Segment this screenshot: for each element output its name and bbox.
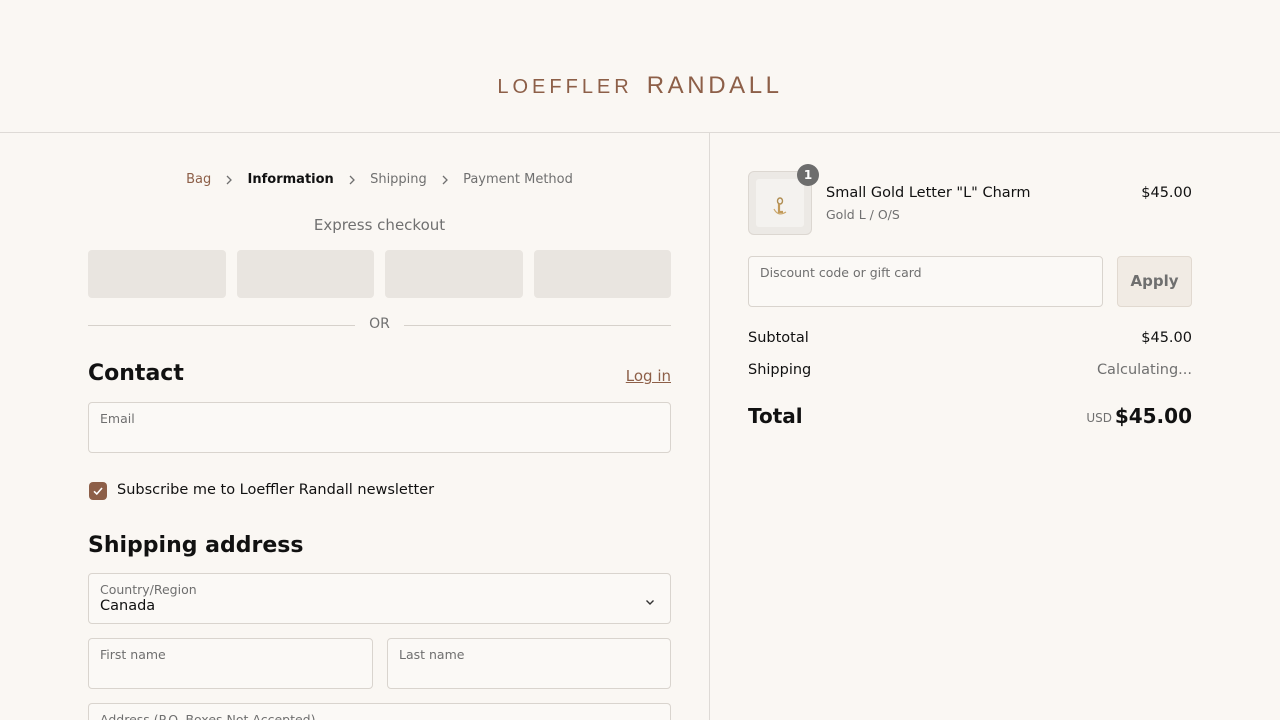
or-divider-left <box>88 325 355 326</box>
breadcrumb-payment-method: Payment Method <box>463 172 573 187</box>
country-select-label: Country/Region <box>100 582 197 597</box>
discount-code-label: Discount code or gift card <box>760 265 922 280</box>
brand-logo[interactable]: LOEFFLER RANDALL <box>0 72 1280 100</box>
breadcrumb-shipping: Shipping <box>370 172 427 187</box>
first-name-field[interactable]: First name <box>88 638 373 689</box>
apply-discount-button[interactable]: Apply <box>1117 256 1192 307</box>
discount-code-field[interactable]: Discount code or gift card <box>748 256 1103 307</box>
breadcrumb: Bag Information Shipping Payment Method <box>88 172 671 187</box>
quantity-badge: 1 <box>797 164 819 186</box>
brand-logo-word-1: LOEFFLER <box>497 76 633 98</box>
shipping-cost-label: Shipping <box>748 362 812 378</box>
shipping-address-heading: Shipping address <box>88 533 304 558</box>
chevron-down-icon <box>644 593 656 612</box>
country-select-value: Canada <box>100 598 156 614</box>
address-field[interactable]: Address (P.O. Boxes Not Accepted) <box>88 703 671 720</box>
address-label: Address (P.O. Boxes Not Accepted) <box>100 712 316 720</box>
express-pay-button-3[interactable] <box>385 250 523 298</box>
country-select[interactable]: Country/Region Canada <box>88 573 671 624</box>
chevron-right-icon <box>440 175 450 185</box>
total-value: $45.00 <box>1114 404 1192 428</box>
contact-heading: Contact <box>88 361 184 386</box>
product-variant: Gold L / O/S <box>826 207 900 222</box>
chevron-right-icon <box>347 175 357 185</box>
first-name-label: First name <box>100 647 166 662</box>
column-divider <box>709 133 710 720</box>
total-label: Total <box>748 404 803 428</box>
express-pay-button-1[interactable] <box>88 250 226 298</box>
total-currency: USD <box>1086 411 1112 425</box>
login-link[interactable]: Log in <box>626 367 671 385</box>
brand-logo-word-2: RANDALL <box>646 72 783 99</box>
newsletter-label[interactable]: Subscribe me to Loeffler Randall newslet… <box>117 482 434 498</box>
shipping-cost-value: Calculating... <box>1096 362 1192 378</box>
breadcrumb-information: Information <box>247 172 334 187</box>
or-divider-right <box>404 325 671 326</box>
newsletter-checkbox[interactable] <box>89 482 107 500</box>
product-price: $45.00 <box>1141 185 1192 201</box>
checkmark-icon <box>93 487 103 496</box>
charm-icon <box>773 197 787 215</box>
express-pay-button-2[interactable] <box>237 250 374 298</box>
express-pay-button-4[interactable] <box>534 250 671 298</box>
express-checkout-title: Express checkout <box>313 216 446 234</box>
breadcrumb-bag[interactable]: Bag <box>186 172 211 187</box>
last-name-label: Last name <box>399 647 465 662</box>
email-field[interactable]: Email <box>88 402 671 453</box>
subtotal-value: $45.00 <box>1141 330 1192 346</box>
email-field-label: Email <box>100 411 135 426</box>
site-header: LOEFFLER RANDALL <box>0 0 1280 133</box>
last-name-field[interactable]: Last name <box>387 638 671 689</box>
chevron-right-icon <box>224 175 234 185</box>
or-divider-label: OR <box>369 316 390 332</box>
subtotal-label: Subtotal <box>748 330 809 346</box>
product-name: Small Gold Letter "L" Charm <box>826 185 1031 201</box>
